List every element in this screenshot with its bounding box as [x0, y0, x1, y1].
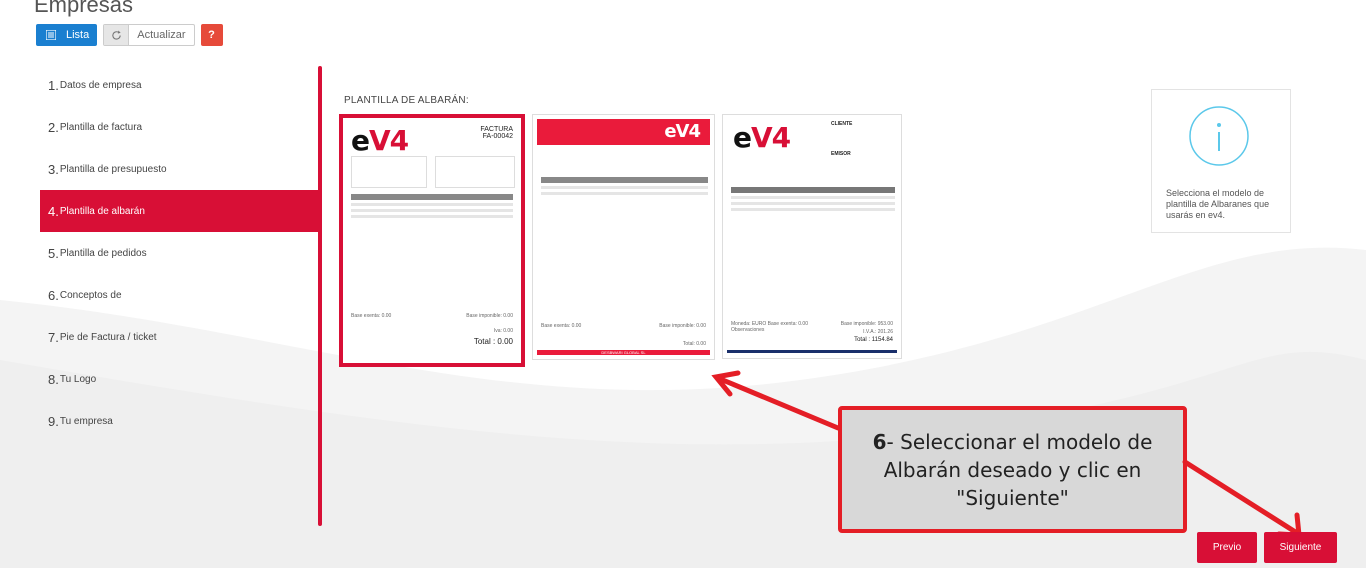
template-lines-table	[541, 173, 708, 198]
next-button[interactable]: Siguiente	[1264, 532, 1337, 563]
list-button-label: Lista	[66, 29, 90, 41]
step-datos-empresa[interactable]: 1. Datos de empresa	[40, 64, 318, 106]
previous-button[interactable]: Previo	[1197, 532, 1257, 563]
step-number: 4.	[48, 203, 59, 219]
step-number: 8.	[48, 371, 59, 387]
step-label: Pie de Factura / ticket	[59, 331, 157, 343]
template-base-imponible: Base imponible: 0.00	[466, 313, 513, 319]
step-plantilla-pedidos[interactable]: 5. Plantilla de pedidos	[40, 232, 318, 274]
template-cliente-label: CLIENTE	[831, 121, 853, 127]
step-number: 5.	[48, 245, 59, 261]
template-logo: eV4	[664, 121, 701, 142]
template-logo: eV4	[733, 121, 791, 154]
template-card-1[interactable]: eV4 FACTURA FA-00042 Base exenta: 0.00 B…	[339, 114, 525, 367]
step-label: Plantilla de factura	[59, 121, 143, 133]
help-button[interactable]: ?	[200, 24, 223, 46]
step-label: Tu empresa	[59, 415, 113, 427]
step-number: 6.	[48, 287, 59, 303]
refresh-icon	[104, 25, 130, 45]
template-logo: eV4	[351, 124, 409, 157]
list-button[interactable]: Lista	[36, 24, 98, 46]
step-pie-factura[interactable]: 7. Pie de Factura / ticket	[40, 316, 318, 358]
template-base-imponible: Base imponible: 953.00	[840, 321, 893, 327]
step-number: 2.	[48, 119, 59, 135]
template-doc-number: FA-00042	[482, 133, 513, 140]
template-base-exenta: Base exenta: 0.00	[351, 313, 392, 319]
step-label: Tu Logo	[59, 373, 97, 385]
info-text: Selecciona el modelo de plantilla de Alb…	[1166, 188, 1270, 220]
info-icon	[1189, 106, 1249, 166]
template-iva: I.V.A.: 201.26	[863, 329, 893, 335]
template-company-box	[435, 156, 515, 188]
refresh-button-label: Actualizar	[137, 29, 186, 41]
template-doc-type: FACTURA	[480, 126, 513, 133]
step-tu-logo[interactable]: 8. Tu Logo	[40, 358, 318, 400]
step-label: Conceptos de	[59, 289, 122, 301]
step-label: Datos de empresa	[59, 79, 142, 91]
page-title: Empresas	[34, 0, 134, 17]
step-plantilla-presupuesto[interactable]: 3. Plantilla de presupuesto	[40, 148, 318, 190]
callout-text: 6- Seleccionar el modelo de Albarán dese…	[863, 428, 1163, 512]
template-client-box	[351, 156, 427, 188]
list-icon	[42, 27, 60, 43]
template-footer-band	[727, 350, 897, 353]
template-total: Total : 1154.84	[854, 337, 893, 343]
template-base-imponible: Base imponible: 0.00	[659, 323, 706, 329]
step-label: Plantilla de presupuesto	[59, 163, 167, 175]
template-footer: DESBWARI GLOBAL SL	[537, 350, 710, 355]
template-total: Total: 0.00	[682, 341, 706, 347]
step-number: 7.	[48, 329, 59, 345]
step-number: 3.	[48, 161, 59, 177]
tutorial-callout: 6- Seleccionar el modelo de Albarán dese…	[838, 406, 1187, 533]
wizard-steps: 1. Datos de empresa 2. Plantilla de factur…	[40, 64, 318, 442]
template-total: Total : 0.00	[473, 337, 513, 346]
template-lines-table	[351, 190, 513, 221]
template-iva: Iva: 0.00	[493, 328, 513, 334]
template-card-3[interactable]: eV4 CLIENTE EMISOR Moneda: EURO Base exe…	[722, 114, 902, 359]
step-plantilla-albaran[interactable]: 4. Plantilla de albarán	[40, 190, 318, 232]
step-label: Plantilla de pedidos	[59, 247, 147, 259]
step-conceptos[interactable]: 6. Conceptos de	[40, 274, 318, 316]
template-lines-table	[731, 183, 895, 214]
step-plantilla-factura[interactable]: 2. Plantilla de factura	[40, 106, 318, 148]
step-number: 9.	[48, 413, 59, 429]
section-title: PLANTILLA DE ALBARÁN:	[344, 95, 469, 106]
toolbar: Lista Actualizar ?	[36, 24, 223, 46]
template-card-2[interactable]: eV4 Base exenta: 0.00 Base imponible: 0.…	[532, 114, 715, 360]
step-number: 1.	[48, 77, 59, 93]
template-observaciones: Observaciones	[731, 327, 765, 333]
section-divider	[318, 66, 322, 526]
refresh-button[interactable]: Actualizar	[103, 24, 195, 46]
template-emisor-label: EMISOR	[831, 151, 851, 157]
callout-step-number: 6	[872, 429, 887, 454]
callout-instruction: - Seleccionar el modelo de Albarán desea…	[883, 429, 1153, 510]
info-panel: Selecciona el modelo de plantilla de Alb…	[1151, 89, 1291, 233]
step-label: Plantilla de albarán	[59, 205, 145, 217]
template-base-exenta: Base exenta: 0.00	[541, 323, 582, 329]
step-tu-empresa[interactable]: 9. Tu empresa	[40, 400, 318, 442]
template-header-band: eV4	[537, 119, 710, 145]
